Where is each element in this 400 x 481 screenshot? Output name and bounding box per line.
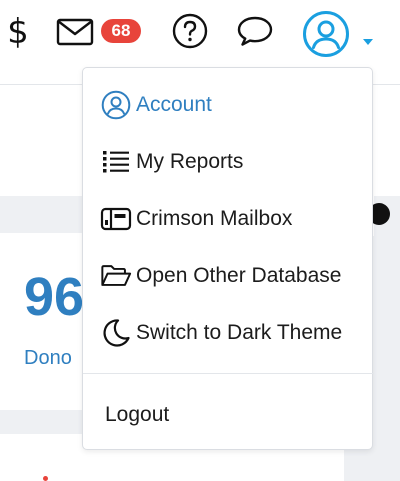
- background-band: [0, 410, 82, 434]
- menu-item-my-reports[interactable]: My Reports: [83, 140, 374, 184]
- menu-item-label: Open Other Database: [136, 264, 342, 287]
- menu-item-label: Crimson Mailbox: [136, 207, 293, 230]
- menu-item-label: Switch to Dark Theme: [136, 321, 343, 344]
- folder-open-icon: [100, 260, 132, 292]
- menu-item-label: Account: [136, 93, 212, 116]
- status-dot: [43, 476, 48, 481]
- dollar-icon[interactable]: $: [4, 10, 32, 54]
- help-icon[interactable]: [170, 11, 210, 51]
- stat-number: 96: [24, 267, 85, 327]
- list-icon: [100, 146, 132, 178]
- stat-label[interactable]: Dono: [24, 347, 72, 370]
- user-circle-icon: [100, 89, 132, 121]
- menu-item-label: Logout: [105, 403, 170, 426]
- user-dropdown-menu: Account My Reports Crimson Mailbox Open …: [82, 67, 374, 450]
- chat-icon[interactable]: [235, 13, 275, 49]
- mailbox-icon: [100, 203, 132, 235]
- background-band: [0, 196, 82, 233]
- user-avatar-icon[interactable]: [300, 8, 352, 60]
- menu-item-switch-to-dark-theme[interactable]: Switch to Dark Theme: [83, 311, 374, 355]
- menu-item-open-other-database[interactable]: Open Other Database: [83, 254, 374, 298]
- menu-item-account[interactable]: Account: [83, 83, 374, 127]
- menu-item-label: My Reports: [136, 150, 244, 173]
- menu-item-logout[interactable]: Logout: [83, 393, 374, 437]
- menu-divider: [83, 373, 374, 374]
- menu-item-crimson-mailbox[interactable]: Crimson Mailbox: [83, 197, 374, 241]
- mail-icon[interactable]: [56, 14, 94, 50]
- chevron-down-icon[interactable]: [361, 36, 375, 48]
- moon-icon: [100, 317, 132, 349]
- unread-badge: 68: [101, 19, 141, 43]
